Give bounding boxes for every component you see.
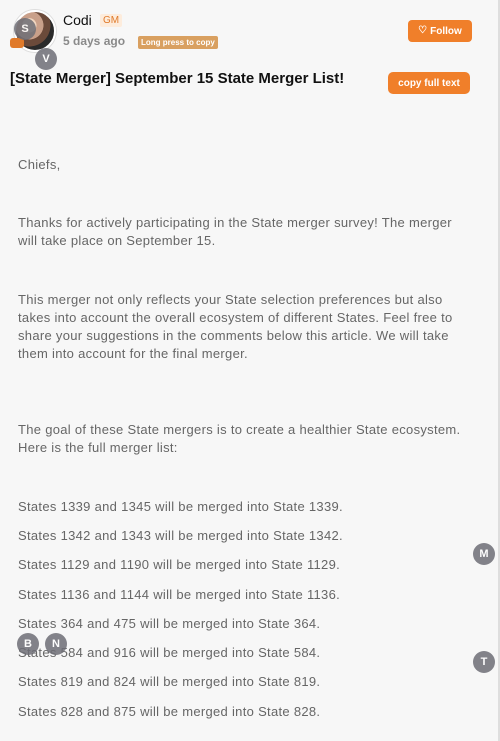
floating-avatar-bubble[interactable]: V <box>35 48 57 70</box>
long-press-copy-tag: Long press to copy <box>138 36 218 49</box>
floating-avatar-bubble[interactable]: S <box>14 18 36 40</box>
follow-label: Follow <box>430 25 462 37</box>
floating-avatar-bubble[interactable]: T <box>473 651 495 673</box>
merge-list-item: States 1136 and 1144 will be merged into… <box>18 587 341 602</box>
post-greeting: Chiefs, <box>18 157 61 172</box>
follow-button[interactable]: ♡ Follow <box>408 20 472 42</box>
post-page: S V Codi GM 5 days ago Long press to cop… <box>0 0 500 741</box>
post-title: [State Merger] September 15 State Merger… <box>10 70 345 87</box>
post-time: 5 days ago <box>63 34 126 48</box>
floating-avatar-bubble[interactable]: B <box>17 633 39 655</box>
heart-icon: ♡ <box>418 25 428 36</box>
floating-avatar-bubble[interactable]: N <box>45 633 67 655</box>
merge-list-item: States 828 and 875 will be merged into S… <box>18 704 321 719</box>
post-paragraph: Thanks for actively participating in the… <box>18 215 452 248</box>
merge-list-item: States 1339 and 1345 will be merged into… <box>18 499 343 514</box>
author-name[interactable]: Codi <box>63 12 92 28</box>
merge-list-item: States 1129 and 1190 will be merged into… <box>18 557 341 572</box>
merge-list-item: States 364 and 475 will be merged into S… <box>18 616 321 631</box>
merge-list-item: States 1342 and 1343 will be merged into… <box>18 528 343 543</box>
role-badge: GM <box>100 14 123 27</box>
post-paragraph: The goal of these State mergers is to cr… <box>18 422 461 455</box>
post-paragraph: This merger not only reflects your State… <box>18 292 453 361</box>
merge-list-item: States 819 and 824 will be merged into S… <box>18 674 321 689</box>
copy-full-text-button[interactable]: copy full text <box>388 72 470 94</box>
floating-avatar-bubble[interactable]: M <box>473 543 495 565</box>
